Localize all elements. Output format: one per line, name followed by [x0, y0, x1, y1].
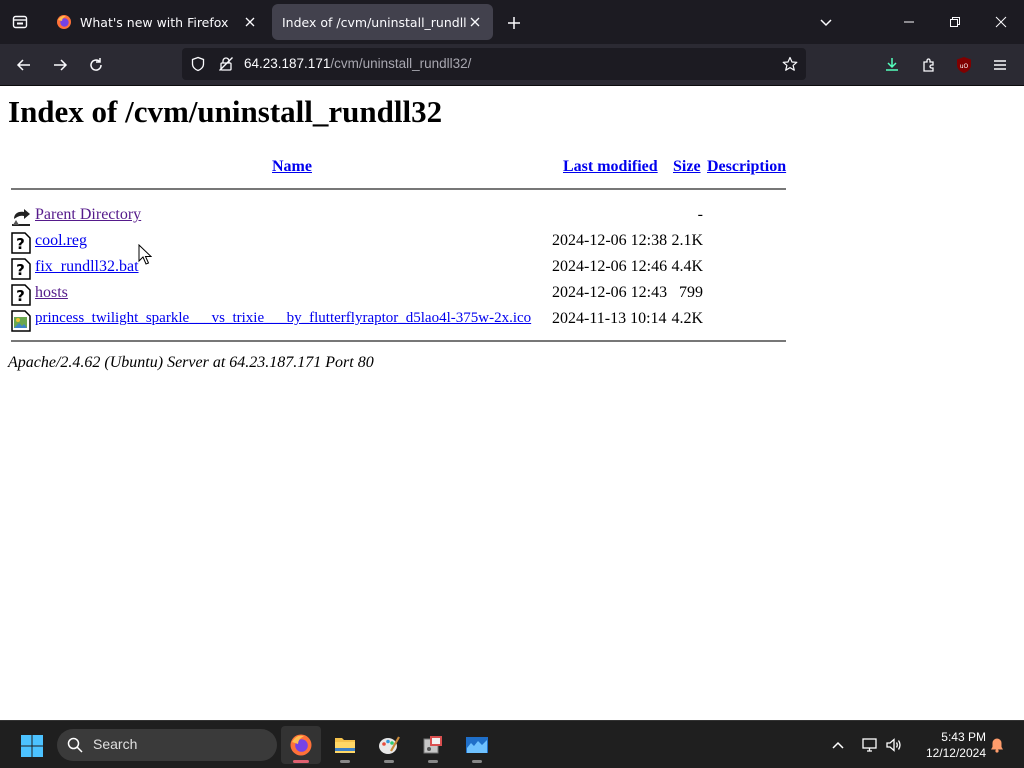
close-tab-icon[interactable] — [467, 14, 483, 30]
column-header-size[interactable]: Size — [673, 158, 701, 176]
running-indicator — [428, 760, 438, 763]
reload-icon[interactable] — [84, 53, 108, 77]
volume-icon[interactable] — [884, 735, 904, 755]
clock-date: 12/12/2024 — [925, 746, 986, 760]
file-link[interactable]: Parent Directory — [35, 206, 141, 224]
minimize-icon[interactable] — [897, 10, 921, 34]
paint-palette-icon — [379, 736, 400, 754]
folder-icon — [335, 738, 355, 753]
server-signature: Apache/2.4.62 (Ubuntu) Server at 64.23.1… — [8, 354, 374, 371]
column-header-last-modified[interactable]: Last modified — [563, 158, 658, 176]
file-modified: 2024-12-06 12:38 — [552, 232, 668, 249]
notification-bell-icon[interactable] — [987, 735, 1007, 755]
show-hidden-icons-chevron-icon[interactable] — [828, 735, 848, 755]
insecure-lock-icon[interactable] — [218, 56, 234, 72]
active-indicator — [293, 760, 309, 763]
svg-text:?: ? — [16, 261, 25, 279]
monitor-chart-icon — [466, 737, 488, 753]
file-modified: 2024-12-06 12:43 — [552, 284, 668, 301]
tab-title: What's new with Firefox — [80, 14, 229, 30]
file-link[interactable]: hosts — [35, 284, 68, 302]
ublock-origin-icon[interactable]: uO — [952, 53, 976, 77]
running-indicator — [384, 760, 394, 763]
unknown-file-icon: ? — [11, 232, 31, 254]
file-size: - — [697, 206, 703, 223]
firefox-logo-icon — [290, 734, 312, 756]
table-row: Parent Directory - — [11, 203, 786, 229]
page-content: Index of /cvm/uninstall_rundll32 Name La… — [0, 86, 1024, 720]
back-icon — [11, 206, 31, 228]
forward-arrow-icon[interactable] — [48, 53, 72, 77]
tab-index-of[interactable]: Index of /cvm/uninstall_rundll32 — [272, 4, 493, 40]
file-modified: 2024-11-13 10:14 — [552, 310, 667, 327]
close-window-icon[interactable] — [989, 10, 1013, 34]
shield-icon[interactable] — [190, 56, 206, 72]
url-path: /cvm/uninstall_rundll32/ — [330, 56, 472, 71]
back-arrow-icon[interactable] — [12, 53, 36, 77]
divider — [11, 188, 786, 190]
url-text[interactable]: 64.23.187.171/cvm/uninstall_rundll32/ — [244, 56, 471, 71]
close-tab-icon[interactable] — [242, 14, 258, 30]
svg-text:?: ? — [16, 287, 25, 305]
network-icon[interactable] — [860, 735, 880, 755]
taskbar-file-explorer[interactable] — [325, 726, 365, 764]
mouse-cursor-icon — [138, 244, 152, 265]
taskbar-firefox[interactable] — [281, 726, 321, 764]
table-row: ? cool.reg 2024-12-06 12:38 2.1K — [11, 229, 786, 255]
svg-text:uO: uO — [960, 63, 969, 70]
unknown-file-icon: ? — [11, 284, 31, 306]
file-size: 2.1K — [671, 232, 703, 249]
image-file-icon — [11, 310, 31, 332]
file-modified: 2024-12-06 12:46 — [552, 258, 668, 275]
table-row: ? hosts 2024-12-06 12:43 799 — [11, 281, 786, 307]
file-size: 4.2K — [671, 310, 703, 327]
tab-whats-new[interactable]: What's new with Firefox — [46, 4, 268, 40]
taskbar-search[interactable]: Search — [57, 729, 277, 761]
table-row: ? fix_rundll32.bat 2024-12-06 12:46 4.4K — [11, 255, 786, 281]
url-bar[interactable]: 64.23.187.171/cvm/uninstall_rundll32/ — [182, 48, 806, 80]
file-link[interactable]: cool.reg — [35, 232, 87, 250]
file-size: 4.4K — [671, 258, 703, 275]
taskbar-monitor-app[interactable] — [457, 726, 497, 764]
navigation-toolbar: 64.23.187.171/cvm/uninstall_rundll32/ uO — [0, 44, 1024, 86]
file-link[interactable]: princess_twilight_sparkle___vs_trixie___… — [35, 310, 531, 327]
restore-icon[interactable] — [943, 10, 967, 34]
table-row: princess_twilight_sparkle___vs_trixie___… — [11, 307, 786, 333]
file-size: 799 — [679, 284, 703, 301]
new-tab-plus-icon[interactable] — [503, 12, 525, 34]
list-all-tabs-chevron-icon[interactable] — [814, 10, 838, 34]
unknown-file-icon: ? — [11, 258, 31, 280]
clock-time: 5:43 PM — [941, 730, 986, 744]
divider — [11, 340, 786, 342]
svg-text:?: ? — [16, 235, 25, 253]
tab-title: Index of /cvm/uninstall_rundll32 — [282, 14, 467, 30]
page-title: Index of /cvm/uninstall_rundll32 — [8, 94, 443, 129]
hamburger-menu-icon[interactable] — [988, 53, 1012, 77]
extensions-puzzle-icon[interactable] — [917, 53, 941, 77]
bookmark-star-icon[interactable] — [782, 56, 798, 72]
windows-start-icon[interactable] — [20, 734, 44, 758]
downloads-icon[interactable] — [880, 53, 904, 77]
taskbar-installer-app[interactable] — [413, 726, 453, 764]
column-header-name[interactable]: Name — [272, 158, 312, 176]
file-link[interactable]: fix_rundll32.bat — [35, 258, 139, 276]
search-icon — [67, 737, 83, 753]
taskbar-paint[interactable] — [369, 726, 409, 764]
search-label: Search — [93, 736, 138, 752]
windows-taskbar: Search 5:43 PM 12/12/2024 — [0, 720, 1024, 768]
firefox-logo-icon — [56, 14, 72, 30]
url-host: 64.23.187.171 — [244, 56, 331, 71]
installer-box-icon — [423, 736, 442, 754]
system-clock[interactable]: 5:43 PM 12/12/2024 — [910, 729, 986, 761]
firefox-view-icon[interactable] — [8, 10, 32, 34]
column-header-description[interactable]: Description — [707, 158, 786, 176]
running-indicator — [340, 760, 350, 763]
running-indicator — [472, 760, 482, 763]
tab-bar: What's new with Firefox Index of /cvm/un… — [0, 0, 1024, 44]
